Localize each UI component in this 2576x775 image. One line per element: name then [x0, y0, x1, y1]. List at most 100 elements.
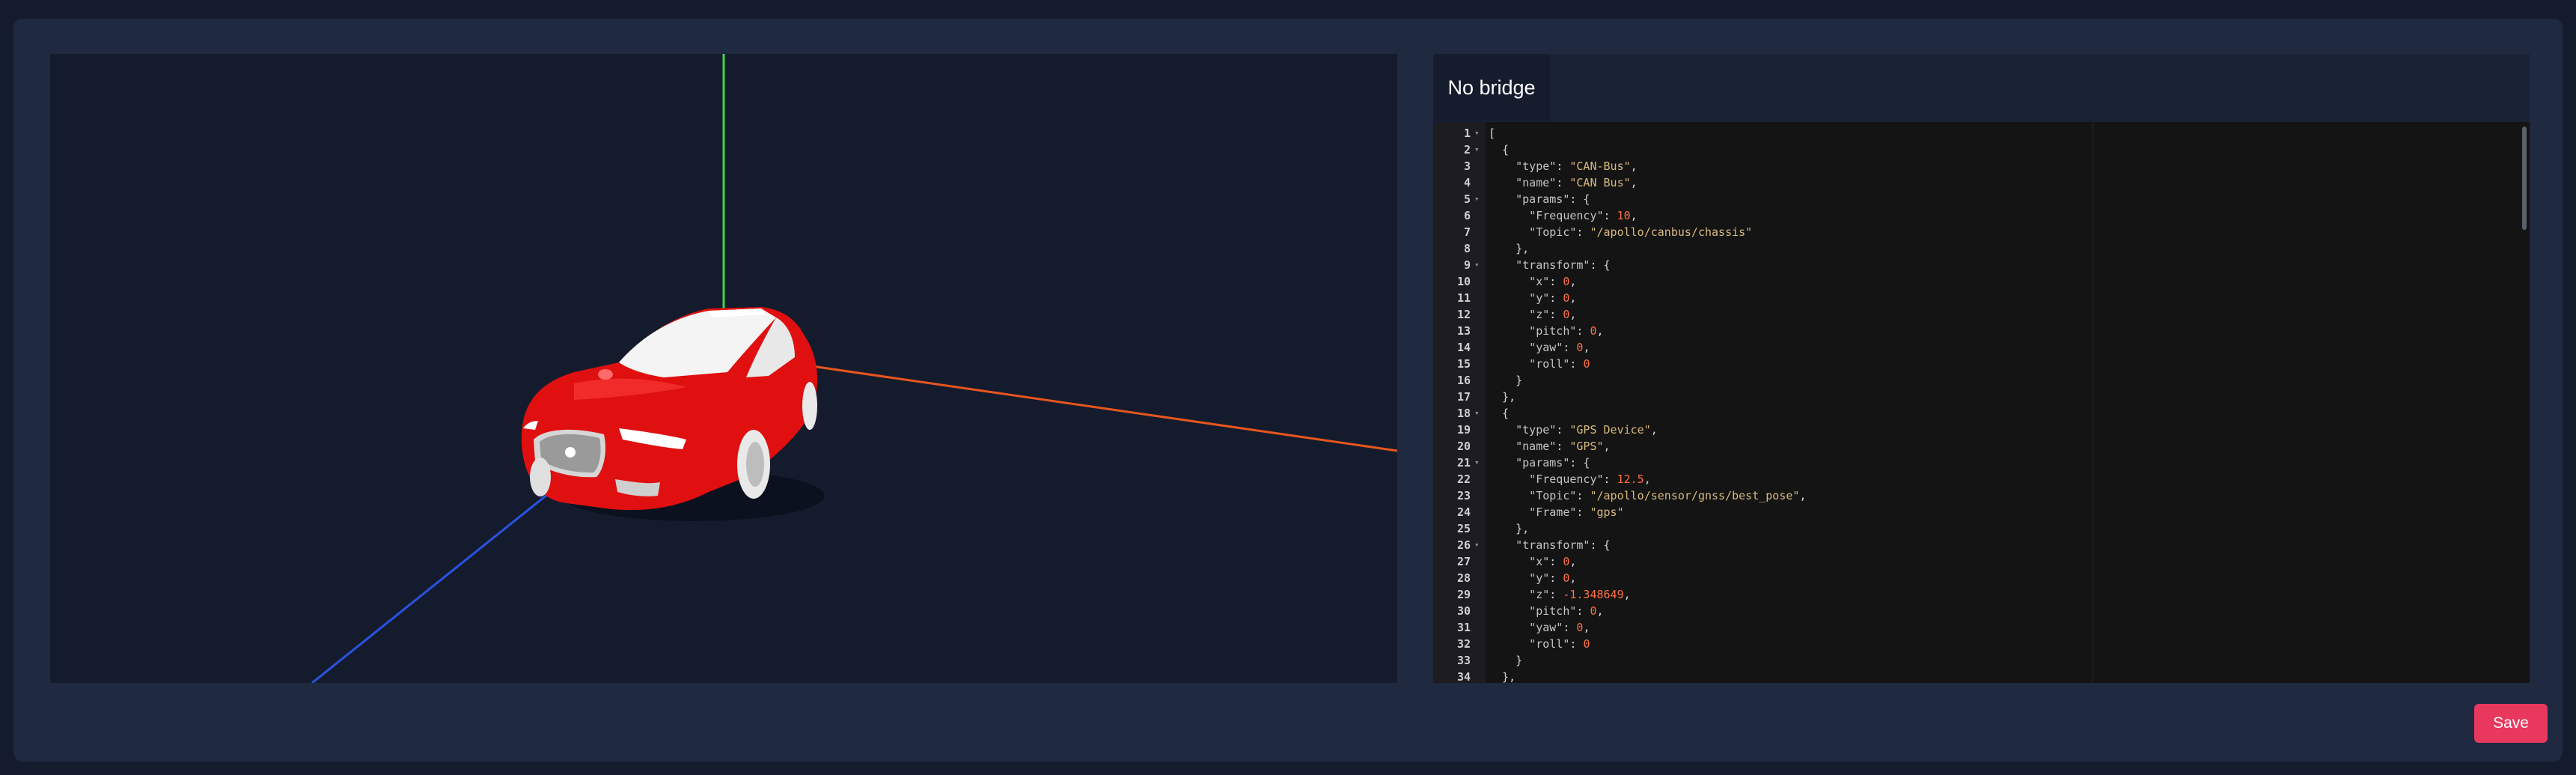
fold-toggle-icon[interactable]: ▾ [1474, 455, 1480, 471]
code-line[interactable]: 20 "name": "GPS", [1433, 438, 2530, 455]
code-text: { [1489, 142, 1509, 158]
code-token: , [1596, 604, 1604, 618]
code-token: : [1576, 225, 1590, 239]
code-token: "pitch" [1489, 324, 1577, 338]
line-number: 8 [1463, 242, 1471, 255]
code-line[interactable]: 6 "Frequency": 10, [1433, 207, 2530, 224]
code-token: }, [1489, 390, 1516, 404]
line-number: 23 [1456, 489, 1471, 502]
line-number: 25 [1456, 522, 1471, 535]
code-text: "y": 0, [1489, 290, 1576, 306]
code-line[interactable]: 33 } [1433, 652, 2530, 669]
line-number: 34 [1456, 670, 1471, 683]
code-text: "Frame": "gps" [1489, 504, 1623, 520]
code-token: "name" [1489, 176, 1557, 189]
code-token: { [1489, 143, 1510, 156]
fold-toggle-icon[interactable]: ▾ [1474, 125, 1480, 142]
code-text: }, [1489, 520, 1529, 537]
code-line[interactable]: 26 ▾ "transform": { [1433, 537, 2530, 553]
code-text: } [1489, 372, 1522, 389]
code-text: "transform": { [1489, 257, 1610, 273]
editor-scrollbar[interactable] [2522, 127, 2527, 230]
code-line[interactable]: 10 "x": 0, [1433, 273, 2530, 290]
code-line[interactable]: 30 "pitch": 0, [1433, 603, 2530, 619]
code-token: : [1549, 275, 1563, 288]
code-text: } [1489, 652, 1522, 669]
code-line[interactable]: 1 ▾ [ [1433, 125, 2530, 142]
code-token: : [1576, 489, 1590, 502]
code-token: "z" [1489, 308, 1550, 321]
save-button[interactable]: Save [2474, 704, 2548, 743]
code-line[interactable]: 3 "type": "CAN-Bus", [1433, 158, 2530, 174]
code-token: , [1583, 621, 1590, 634]
line-number: 29 [1456, 588, 1471, 601]
code-token: : [1576, 505, 1590, 519]
code-line[interactable]: 31 "yaw": 0, [1433, 619, 2530, 636]
3d-viewport[interactable] [50, 54, 1397, 683]
code-line[interactable]: 11 "y": 0, [1433, 290, 2530, 306]
code-line[interactable]: 21 ▾ "params": { [1433, 455, 2530, 471]
line-number: 14 [1456, 341, 1471, 354]
code-line[interactable]: 15 "roll": 0 [1433, 356, 2530, 372]
code-line[interactable]: 17 }, [1433, 389, 2530, 405]
line-number: 20 [1456, 440, 1471, 453]
code-token: "pitch" [1489, 604, 1577, 618]
code-token: , [1630, 176, 1638, 189]
code-line[interactable]: 34 }, [1433, 669, 2530, 683]
code-token: : [1576, 604, 1590, 618]
code-token: : { [1590, 538, 1611, 552]
fold-toggle-icon[interactable]: ▾ [1474, 142, 1480, 158]
line-number: 21 [1456, 456, 1471, 469]
code-line[interactable]: 18 ▾ { [1433, 405, 2530, 422]
code-line[interactable]: 7 "Topic": "/apollo/canbus/chassis" [1433, 224, 2530, 240]
line-number: 15 [1456, 357, 1471, 371]
code-line[interactable]: 19 "type": "GPS Device", [1433, 422, 2530, 438]
code-line[interactable]: 32 "roll": 0 [1433, 636, 2530, 652]
code-line[interactable]: 29 "z": -1.348649, [1433, 586, 2530, 603]
code-token: , [1583, 341, 1590, 354]
code-line[interactable]: 28 "y": 0, [1433, 570, 2530, 586]
code-text: "params": { [1489, 191, 1590, 207]
code-line[interactable]: 5 ▾ "params": { [1433, 191, 2530, 207]
code-token: } [1489, 374, 1523, 387]
code-text: "type": "GPS Device", [1489, 422, 1658, 438]
json-code-editor[interactable]: 1 ▾[2 ▾ {3 "type": "CAN-Bus", 4 "name": "CA… [1433, 122, 2530, 683]
code-line[interactable]: 9 ▾ "transform": { [1433, 257, 2530, 273]
code-token: : { [1569, 456, 1590, 469]
code-text: }, [1489, 389, 1516, 405]
fold-toggle-icon[interactable]: ▾ [1474, 191, 1480, 207]
code-token: , [1569, 571, 1577, 585]
code-line[interactable]: 2 ▾ { [1433, 142, 2530, 158]
fold-toggle-icon[interactable]: ▾ [1474, 405, 1480, 422]
code-line[interactable]: 13 "pitch": 0, [1433, 323, 2530, 339]
code-token: [ [1489, 127, 1496, 140]
line-number: 22 [1456, 472, 1471, 486]
code-token: "x" [1489, 275, 1550, 288]
code-line[interactable]: 24 "Frame": "gps" [1433, 504, 2530, 520]
code-line[interactable]: 16 } [1433, 372, 2530, 389]
code-token: { [1489, 407, 1510, 420]
code-token: "roll" [1489, 357, 1570, 371]
code-token: : [1549, 571, 1563, 585]
bridge-tab[interactable]: No bridge [1433, 54, 1550, 121]
code-token: : [1569, 357, 1584, 371]
line-number: 5 [1463, 192, 1471, 206]
fold-toggle-icon[interactable]: ▾ [1474, 537, 1480, 553]
code-line[interactable]: 23 "Topic": "/apollo/sensor/gnss/best_po… [1433, 487, 2530, 504]
code-line[interactable]: 25 }, [1433, 520, 2530, 537]
code-line[interactable]: 4 "name": "CAN Bus", [1433, 174, 2530, 191]
code-token: } [1489, 654, 1523, 667]
line-number: 12 [1456, 308, 1471, 321]
rear-right-wheel [802, 382, 817, 430]
code-lines[interactable]: 1 ▾[2 ▾ {3 "type": "CAN-Bus", 4 "name": "CA… [1433, 125, 2530, 683]
code-line[interactable]: 8 }, [1433, 240, 2530, 257]
code-line[interactable]: 14 "yaw": 0, [1433, 339, 2530, 356]
code-token: : [1569, 637, 1584, 651]
code-line[interactable]: 12 "z": 0, [1433, 306, 2530, 323]
code-line[interactable]: 22 "Frequency": 12.5, [1433, 471, 2530, 487]
fold-toggle-icon[interactable]: ▾ [1474, 257, 1480, 273]
code-token: : [1549, 555, 1563, 568]
code-token: "Topic" [1489, 489, 1577, 502]
code-line[interactable]: 27 "x": 0, [1433, 553, 2530, 570]
code-text: "type": "CAN-Bus", [1489, 158, 1638, 174]
